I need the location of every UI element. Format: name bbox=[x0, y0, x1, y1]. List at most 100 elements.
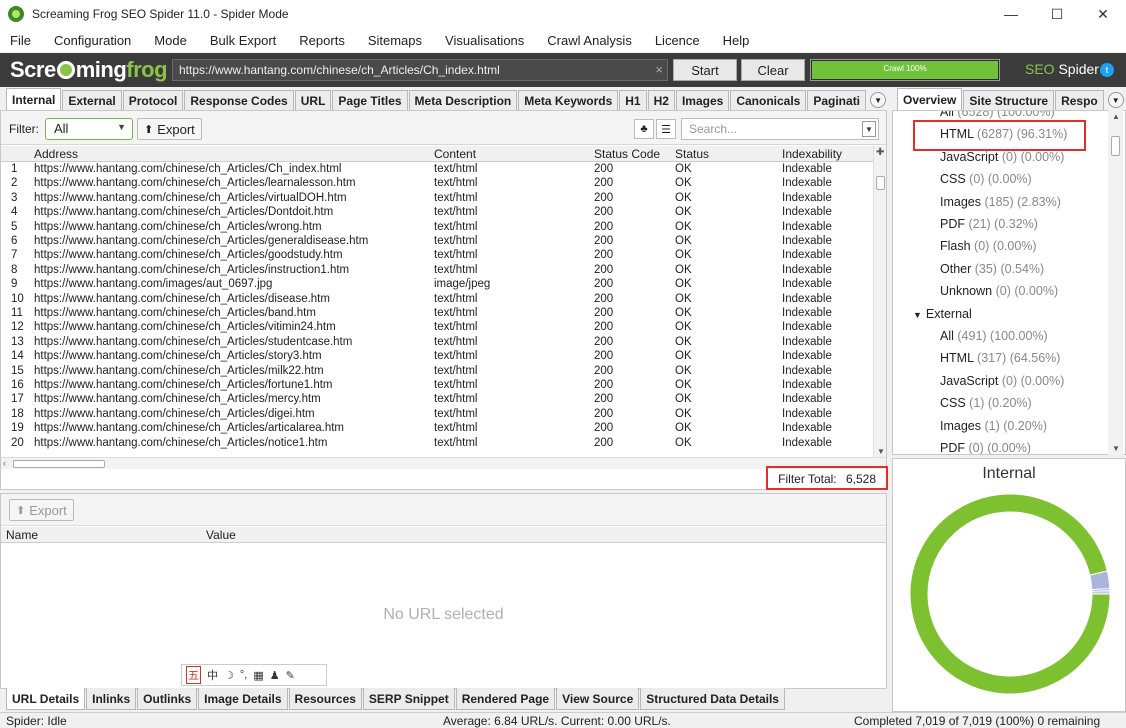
overview-scroll-thumb[interactable] bbox=[1111, 136, 1120, 156]
menu-sitemaps[interactable]: Sitemaps bbox=[366, 33, 424, 48]
tab-serp-snippet[interactable]: SERP Snippet bbox=[362, 688, 455, 710]
tab-url-details[interactable]: URL Details bbox=[6, 688, 86, 710]
menu-reports[interactable]: Reports bbox=[297, 33, 347, 48]
table-row[interactable]: 5 https://www.hantang.com/chinese/ch_Arti… bbox=[1, 220, 873, 234]
donut-slice-other[interactable] bbox=[1091, 590, 1111, 595]
tree-item-external-all[interactable]: All (491) (100.00%) bbox=[940, 329, 1048, 343]
menu-crawl-analysis[interactable]: Crawl Analysis bbox=[545, 33, 634, 48]
tab-h2[interactable]: H2 bbox=[647, 90, 675, 110]
scroll-down-icon[interactable]: ▼ bbox=[877, 447, 885, 456]
ime-wrench-icon[interactable]: ✎ bbox=[286, 669, 295, 682]
tree-item-internal-flash[interactable]: Flash (0) (0.00%) bbox=[940, 239, 1037, 253]
table-row[interactable]: 3 https://www.hantang.com/chinese/ch_Arti… bbox=[1, 191, 873, 205]
scroll-down-icon[interactable]: ▼ bbox=[1112, 444, 1120, 453]
url-input[interactable]: https://www.hantang.com/chinese/ch_Artic… bbox=[172, 59, 668, 81]
table-row[interactable]: 17 https://www.hantang.com/chinese/ch_Art… bbox=[1, 392, 873, 406]
tab-resources[interactable]: Resources bbox=[288, 688, 362, 710]
col-indexability[interactable]: Indexability bbox=[782, 147, 842, 161]
menu-visualisations[interactable]: Visualisations bbox=[443, 33, 526, 48]
tab-view-source[interactable]: View Source bbox=[556, 688, 640, 710]
tab-site-structure[interactable]: Site Structure bbox=[963, 90, 1055, 110]
close-icon[interactable]: ✕ bbox=[1080, 0, 1126, 28]
tab-rendered-page[interactable]: Rendered Page bbox=[455, 688, 556, 710]
col-status[interactable]: Status bbox=[675, 147, 709, 161]
twitter-icon[interactable]: t bbox=[1100, 63, 1114, 77]
tab-outlinks[interactable]: Outlinks bbox=[137, 688, 198, 710]
tab-meta-description[interactable]: Meta Description bbox=[408, 90, 518, 110]
tree-item-external-javascript[interactable]: JavaScript (0) (0.00%) bbox=[940, 374, 1064, 388]
scroll-up-icon[interactable]: ▲ bbox=[1112, 112, 1120, 121]
table-horizontal-scrollbar[interactable]: ‹ bbox=[1, 457, 886, 469]
menu-mode[interactable]: Mode bbox=[152, 33, 189, 48]
col-content[interactable]: Content bbox=[434, 147, 476, 161]
tree-item-internal-unknown[interactable]: Unknown (0) (0.00%) bbox=[940, 284, 1058, 298]
tree-item-external-html[interactable]: HTML (317) (64.56%) bbox=[940, 351, 1060, 365]
table-row[interactable]: 1 https://www.hantang.com/chinese/ch_Arti… bbox=[1, 162, 873, 176]
tab-inlinks[interactable]: Inlinks bbox=[86, 688, 137, 710]
tab-external[interactable]: External bbox=[62, 90, 122, 110]
tab-canonicals[interactable]: Canonicals bbox=[730, 90, 807, 110]
tab-structured-data-details[interactable]: Structured Data Details bbox=[640, 688, 785, 710]
table-row[interactable]: 6 https://www.hantang.com/chinese/ch_Arti… bbox=[1, 234, 873, 248]
tabs-overflow-chevron-icon[interactable]: ▼ bbox=[870, 92, 887, 108]
col-status-code[interactable]: Status Code bbox=[594, 147, 660, 161]
ime-user-icon[interactable]: ♟ bbox=[270, 669, 280, 682]
tree-item-external-css[interactable]: CSS (1) (0.20%) bbox=[940, 396, 1032, 410]
menu-bulk-export[interactable]: Bulk Export bbox=[208, 33, 278, 48]
tree-view-icon[interactable]: ♣ bbox=[634, 119, 654, 139]
menu-help[interactable]: Help bbox=[721, 33, 752, 48]
ime-keyboard-icon[interactable]: ▦ bbox=[253, 669, 263, 682]
ime-moon-icon[interactable]: ☽ bbox=[224, 669, 234, 682]
tab-pagination[interactable]: Paginati bbox=[807, 90, 867, 110]
tab-image-details[interactable]: Image Details bbox=[198, 688, 288, 710]
menu-file[interactable]: File bbox=[8, 33, 33, 48]
ime-chinese-icon[interactable]: 中 bbox=[207, 667, 218, 683]
table-row[interactable]: 4 https://www.hantang.com/chinese/ch_Arti… bbox=[1, 205, 873, 219]
overview-scrollbar[interactable]: ▲ ▼ bbox=[1108, 110, 1123, 455]
minimize-icon[interactable]: — bbox=[988, 0, 1034, 28]
search-dropdown-icon[interactable]: ▼ bbox=[862, 121, 876, 137]
tree-item-internal-other[interactable]: Other (35) (0.54%) bbox=[940, 262, 1044, 276]
list-view-icon[interactable]: ☰ bbox=[656, 119, 676, 139]
col-address[interactable]: Address bbox=[34, 147, 78, 161]
table-row[interactable]: 11 https://www.hantang.com/chinese/ch_Art… bbox=[1, 306, 873, 320]
filter-dropdown[interactable]: All ▼ bbox=[45, 118, 133, 140]
menu-configuration[interactable]: Configuration bbox=[52, 33, 133, 48]
tree-item-internal-images[interactable]: Images (185) (2.83%) bbox=[940, 195, 1061, 209]
ime-punctuation-icon[interactable]: °, bbox=[240, 669, 247, 681]
tree-item-external-pdf[interactable]: PDF (0) (0.00%) bbox=[940, 441, 1031, 454]
table-row[interactable]: 15 https://www.hantang.com/chinese/ch_Art… bbox=[1, 364, 873, 378]
details-export-button[interactable]: ⬆ Export bbox=[9, 499, 74, 521]
search-input[interactable]: Search... ▼ bbox=[681, 118, 879, 140]
export-button[interactable]: ⬆ Export bbox=[137, 118, 202, 140]
scroll-left-icon[interactable]: ‹ bbox=[3, 458, 6, 468]
tab-response-times[interactable]: Respo bbox=[1055, 90, 1104, 110]
tree-item-internal-javascript[interactable]: JavaScript (0) (0.00%) bbox=[940, 150, 1064, 164]
table-row[interactable]: 7 https://www.hantang.com/chinese/ch_Arti… bbox=[1, 248, 873, 262]
table-row[interactable]: 14 https://www.hantang.com/chinese/ch_Art… bbox=[1, 349, 873, 363]
table-row[interactable]: 19 https://www.hantang.com/chinese/ch_Art… bbox=[1, 421, 873, 435]
table-row[interactable]: 8 https://www.hantang.com/chinese/ch_Arti… bbox=[1, 263, 873, 277]
tab-url[interactable]: URL bbox=[294, 90, 332, 110]
ime-mode-icon[interactable]: 五 bbox=[186, 666, 201, 684]
tree-item-internal-pdf[interactable]: PDF (21) (0.32%) bbox=[940, 217, 1038, 231]
tree-item-internal-all[interactable]: All (6528) (100.00%) bbox=[940, 111, 1055, 119]
table-row[interactable]: 13 https://www.hantang.com/chinese/ch_Art… bbox=[1, 335, 873, 349]
table-row[interactable]: 12 https://www.hantang.com/chinese/ch_Art… bbox=[1, 320, 873, 334]
clear-url-icon[interactable]: × bbox=[655, 62, 663, 77]
col-value[interactable]: Value bbox=[206, 528, 236, 542]
donut-slice-html[interactable] bbox=[909, 493, 1111, 695]
table-row[interactable]: 9 https://www.hantang.com/images/aut_0697… bbox=[1, 277, 873, 291]
scroll-thumb[interactable] bbox=[876, 176, 885, 190]
table-vertical-scrollbar[interactable]: ✚ ▼ bbox=[873, 146, 886, 457]
tab-images[interactable]: Images bbox=[675, 90, 730, 110]
col-name[interactable]: Name bbox=[6, 528, 38, 542]
tab-protocol[interactable]: Protocol bbox=[122, 90, 184, 110]
table-row[interactable]: 16 https://www.hantang.com/chinese/ch_Art… bbox=[1, 378, 873, 392]
menu-licence[interactable]: Licence bbox=[653, 33, 702, 48]
table-row[interactable]: 18 https://www.hantang.com/chinese/ch_Art… bbox=[1, 407, 873, 421]
tab-meta-keywords[interactable]: Meta Keywords bbox=[518, 90, 619, 110]
tree-item-external-images[interactable]: Images (1) (0.20%) bbox=[940, 419, 1047, 433]
tree-group-external[interactable]: ▼ External bbox=[913, 307, 972, 321]
hscroll-thumb[interactable] bbox=[13, 460, 105, 468]
